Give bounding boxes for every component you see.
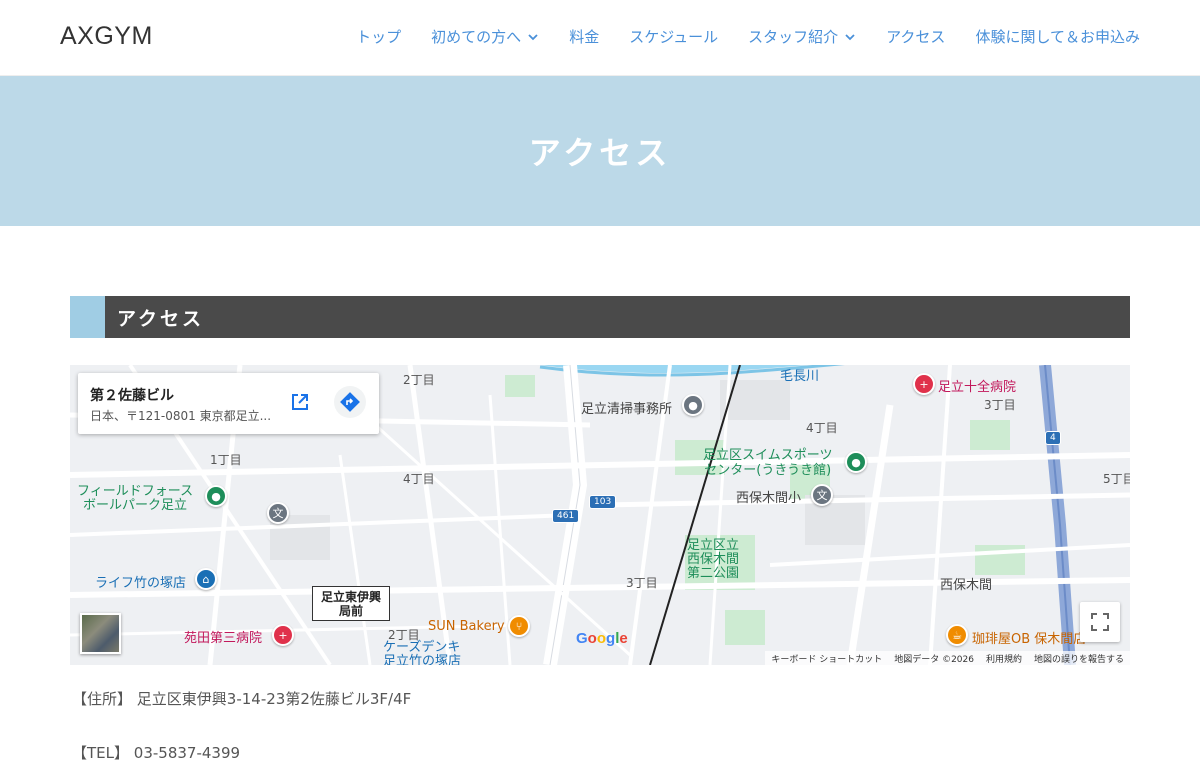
main-nav: トップ 初めての方へ 料金 スケジュール スタッフ紹介 アクセス 体験に関して＆…: [356, 26, 1140, 47]
nav-label: スタッフ紹介: [748, 28, 839, 46]
site-logo[interactable]: AXGYM: [60, 22, 153, 51]
map-label-bakery: SUN Bakery: [428, 619, 505, 634]
nav-item-price[interactable]: 料金: [569, 26, 599, 47]
nav-item-staff[interactable]: スタッフ紹介: [748, 26, 856, 47]
map-label-5chome: 5丁目: [1103, 472, 1130, 486]
map-label-park: 足立区立 西保木間 第二公園: [687, 538, 740, 581]
fullscreen-button[interactable]: [1080, 602, 1120, 642]
map-pin-icon[interactable]: ●: [682, 394, 704, 416]
map-label-school: 西保木間小: [736, 491, 802, 506]
nav-label: トップ: [356, 28, 402, 46]
map-label-cafe: 珈琲屋OB 保木間店: [972, 632, 1087, 647]
nav-label: 体験に関して＆お申込み: [975, 28, 1140, 46]
directions-icon: [340, 392, 360, 412]
map-attribution: キーボード ショートカット 地図データ ©2026 利用規約 地図の誤りを報告す…: [765, 651, 1130, 665]
report-error-link[interactable]: 地図の誤りを報告する: [1034, 652, 1124, 665]
address-line: 【住所】 足立区東伊興3-14-23第2佐藤ビル3F/4F: [72, 688, 411, 709]
map-data-text: 地図データ ©2026: [894, 654, 974, 665]
nav-label: 初めての方へ: [431, 28, 522, 46]
map-label-4chome: 4丁目: [806, 421, 838, 435]
page-title: アクセス: [528, 134, 672, 172]
nav-label: アクセス: [886, 28, 946, 46]
fullscreen-icon: [1091, 613, 1109, 631]
google-map[interactable]: 2丁目 1丁目 4丁目 4丁目 3丁目 3丁目 2丁目 5丁目 毛長川 足立清掃…: [70, 365, 1130, 665]
page-banner: アクセス: [0, 76, 1200, 226]
satellite-toggle-button[interactable]: [80, 613, 121, 654]
map-info-card: 第２佐藤ビル 日本、〒121-0801 東京都足立...: [78, 373, 379, 434]
nav-item-trial[interactable]: 体験に関して＆お申込み: [975, 26, 1140, 47]
cafe-pin-icon[interactable]: ☕: [946, 624, 968, 646]
chevron-down-icon: [528, 33, 538, 40]
hospital-pin-icon[interactable]: +: [272, 624, 294, 646]
map-label-3chome: 3丁目: [626, 576, 658, 590]
open-in-maps-button[interactable]: [284, 386, 316, 418]
tel-label: 【TEL】: [72, 744, 129, 762]
terms-link[interactable]: 利用規約: [986, 652, 1022, 665]
school-pin-icon[interactable]: 文: [267, 502, 289, 524]
place-name: 第２佐藤ビル: [90, 388, 174, 404]
address-label: 【住所】: [72, 690, 133, 708]
nav-label: スケジュール: [629, 28, 719, 46]
tel-value: 03-5837-4399: [133, 744, 241, 762]
hospital-pin-icon[interactable]: +: [913, 373, 935, 395]
map-label-hospital1: 足立十全病院: [938, 380, 1017, 395]
site-header: AXGYM トップ 初めての方へ 料金 スケジュール スタッフ紹介 アクセス 体…: [0, 0, 1200, 76]
map-label-swim: 足立区スイムスポーツ センター(うきうき館): [703, 448, 833, 478]
bus-stop-text: 足立東伊興 局前: [320, 590, 381, 618]
nav-label: 料金: [569, 28, 600, 46]
google-logo: Google: [576, 630, 628, 647]
map-label-nishi: 西保木間: [940, 578, 993, 593]
section-accent: [70, 296, 105, 338]
map-pin-icon[interactable]: ●: [845, 451, 867, 473]
tel-line: 【TEL】 03-5837-4399: [72, 742, 240, 763]
map-label-field: フィールドフォース ボールパーク足立: [77, 484, 194, 513]
keyboard-shortcuts-link[interactable]: キーボード ショートカット: [771, 652, 882, 665]
map-label-hospital2: 苑田第三病院: [184, 631, 263, 646]
map-label-life: ライフ竹の塚店: [95, 576, 187, 591]
address-value: 足立区東伊興3-14-23第2佐藤ビル3F/4F: [136, 690, 412, 708]
shop-pin-icon[interactable]: ⌂: [195, 568, 217, 590]
nav-item-top[interactable]: トップ: [356, 26, 401, 47]
school-pin-icon[interactable]: 文: [811, 484, 833, 506]
bus-stop-label: 足立東伊興 局前: [312, 586, 390, 621]
route-shield-103: 103: [589, 495, 617, 509]
nav-item-schedule[interactable]: スケジュール: [629, 26, 718, 47]
map-pin-icon[interactable]: ●: [205, 485, 227, 507]
route-shield-461: 461: [552, 509, 580, 523]
section-title: アクセス: [117, 307, 205, 330]
place-address: 日本、〒121-0801 東京都足立...: [90, 409, 272, 423]
nav-item-access[interactable]: アクセス: [886, 26, 945, 47]
open-external-icon: [292, 394, 308, 410]
restaurant-pin-icon[interactable]: ⑂: [508, 615, 530, 637]
nav-item-beginners[interactable]: 初めての方へ: [431, 26, 539, 47]
map-label-4chome: 4丁目: [403, 472, 435, 486]
map-label-3chome: 3丁目: [984, 398, 1016, 412]
directions-button[interactable]: [334, 386, 366, 418]
map-label-river: 毛長川: [780, 369, 820, 384]
map-label-1chome: 1丁目: [210, 453, 242, 467]
map-label-2chome: 2丁目: [403, 373, 435, 387]
chevron-down-icon: [845, 33, 855, 40]
map-label-kaden: ケーズデンキ 足立竹の塚店: [383, 640, 462, 666]
map-label-seisou: 足立清掃事務所: [581, 402, 673, 417]
route-shield-4: 4: [1045, 431, 1061, 445]
section-heading: アクセス: [70, 296, 1130, 338]
